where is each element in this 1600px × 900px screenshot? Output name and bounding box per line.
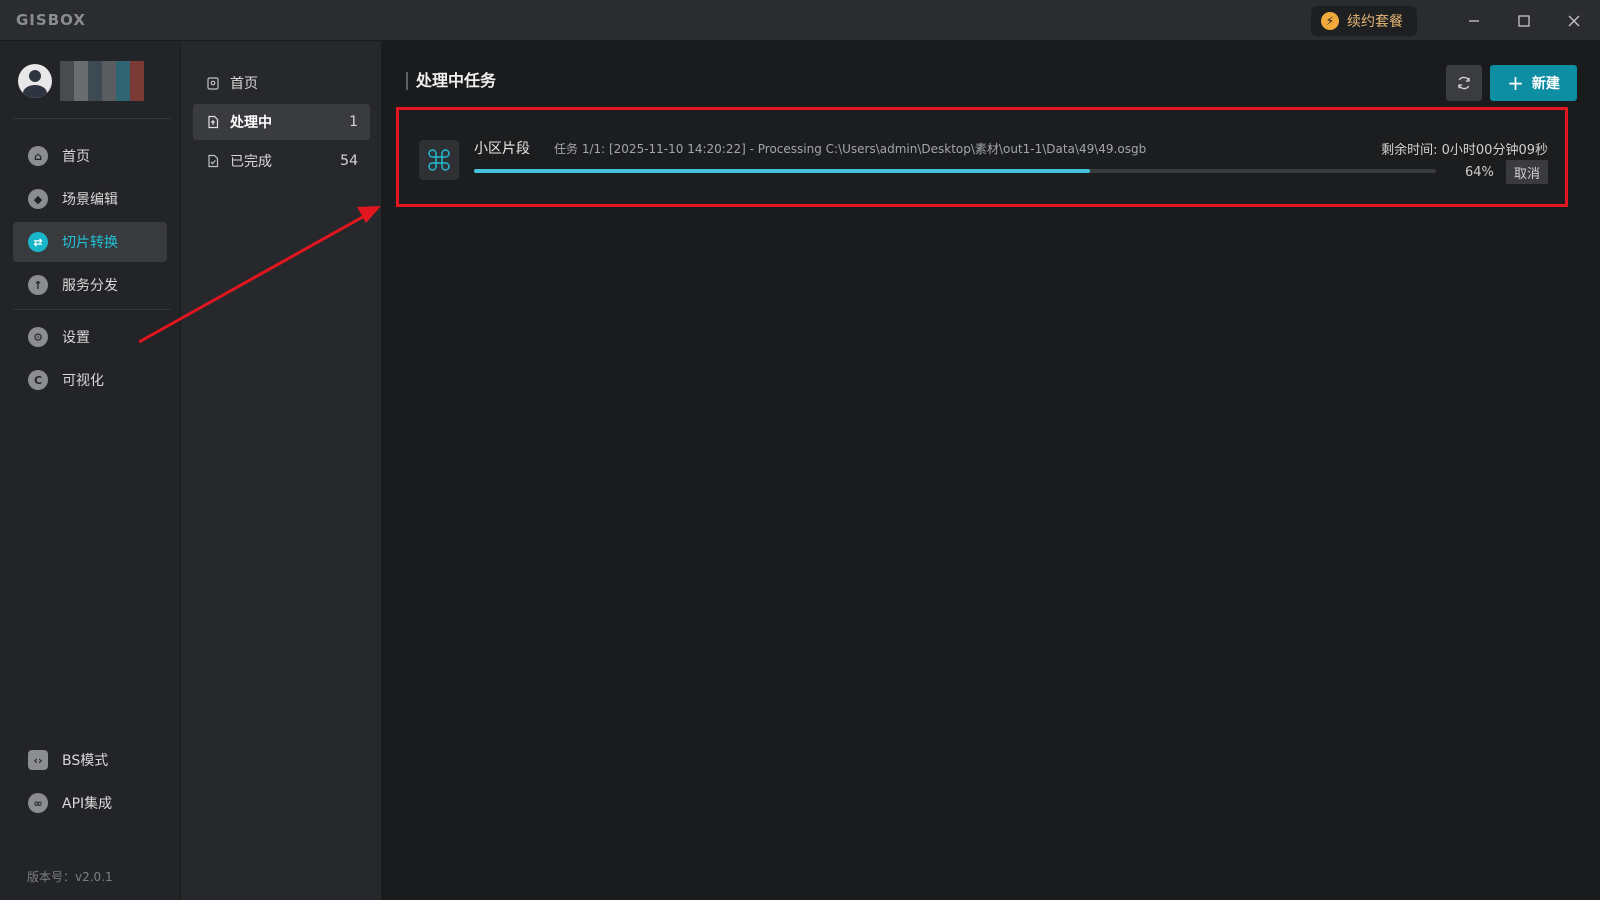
nav-label: 场景编辑 (62, 192, 118, 208)
avatar (18, 64, 52, 98)
cancel-button[interactable]: 取消 (1506, 160, 1548, 184)
gear-icon: ⚙ (28, 327, 48, 347)
maximize-button[interactable] (1499, 0, 1549, 41)
home-icon: ⌂ (28, 146, 48, 166)
cube-icon: ◆ (28, 189, 48, 209)
nav-item-tile-conversion[interactable]: ⇄ 切片转换 (13, 222, 167, 262)
maximize-icon (1518, 14, 1530, 27)
nav-item-api-integration[interactable]: ∞ API集成 (13, 783, 167, 823)
task-sidebar: 首页 处理中 1 已完成 54 (181, 41, 382, 900)
nav-label: 可视化 (62, 373, 104, 389)
tab-home[interactable]: 首页 (193, 65, 370, 101)
home-icon (207, 77, 219, 90)
title-bar: GISBOX ⚡ 续约套餐 (0, 0, 1600, 41)
swap-icon: ⇄ (28, 232, 48, 252)
tab-count: 1 (349, 114, 358, 130)
lightning-icon: ⚡ (1321, 12, 1339, 30)
refresh-icon (1458, 76, 1470, 90)
minimize-icon (1469, 19, 1479, 22)
nav-label: 首页 (62, 149, 90, 165)
tab-processing[interactable]: 处理中 1 (193, 104, 370, 140)
tab-label: 已完成 (230, 154, 272, 170)
task-description: 任务 1/1: [2025-11-10 14:20:22] - Processi… (554, 142, 1147, 156)
renew-plan-button[interactable]: ⚡ 续约套餐 (1311, 6, 1417, 36)
minimize-button[interactable] (1449, 0, 1499, 41)
progress-fill (474, 169, 1090, 173)
user-profile[interactable] (18, 61, 144, 101)
tab-completed[interactable]: 已完成 54 (193, 143, 370, 179)
new-task-label: 新建 (1531, 76, 1560, 92)
progress-percent: 64% (1465, 165, 1494, 180)
nav-item-visualization[interactable]: C 可视化 (13, 360, 167, 400)
nav-item-service-publish[interactable]: ↑ 服务分发 (13, 265, 167, 305)
username-obscured (60, 61, 144, 101)
close-button[interactable] (1549, 0, 1599, 41)
nav-label: 切片转换 (62, 235, 118, 251)
command-icon (419, 140, 459, 180)
code-icon: ‹› (28, 750, 48, 770)
progress-bar (474, 169, 1436, 173)
nav-item-settings[interactable]: ⚙ 设置 (13, 317, 167, 357)
divider (14, 118, 170, 119)
tab-label: 处理中 (230, 115, 272, 131)
app-logo: GISBOX (16, 11, 86, 29)
file-check-icon (208, 154, 219, 168)
main-sidebar: ⌂ 首页 ◆ 场景编辑 ⇄ 切片转换 ↑ 服务分发 ⚙ 设置 C 可视化 ‹› … (0, 41, 181, 900)
nav-label: 服务分发 (62, 278, 118, 294)
remaining-time: 剩余时间: 0小时00分钟09秒 (1381, 143, 1548, 158)
nav-label: BS模式 (62, 753, 109, 769)
refresh-button[interactable] (1446, 65, 1482, 101)
close-icon (1568, 15, 1580, 26)
tab-count: 54 (340, 153, 358, 169)
tab-label: 首页 (230, 76, 258, 92)
new-task-button[interactable]: + 新建 (1490, 65, 1577, 101)
version-label: 版本号：v2.0.1 (27, 870, 113, 884)
chart-icon: C (28, 370, 48, 390)
link-icon: ∞ (28, 793, 48, 813)
nav-label: API集成 (62, 796, 113, 812)
renew-plan-label: 续约套餐 (1347, 14, 1403, 30)
file-upload-icon (208, 115, 219, 129)
task-card: 小区片段 任务 1/1: [2025-11-10 14:20:22] - Pro… (396, 107, 1568, 207)
nav-item-home[interactable]: ⌂ 首页 (13, 136, 167, 176)
upload-icon: ↑ (28, 275, 48, 295)
page-title: 处理中任务 (406, 72, 496, 90)
nav-item-scene-edit[interactable]: ◆ 场景编辑 (13, 179, 167, 219)
task-name: 小区片段 (474, 141, 530, 157)
plus-icon: + (1507, 71, 1524, 95)
main-content: 处理中任务 + 新建 小区片段 任务 1/1: [2025-11-10 14:2… (382, 41, 1600, 900)
divider (14, 309, 170, 310)
nav-label: 设置 (62, 330, 90, 346)
nav-item-bs-mode[interactable]: ‹› BS模式 (13, 740, 167, 780)
